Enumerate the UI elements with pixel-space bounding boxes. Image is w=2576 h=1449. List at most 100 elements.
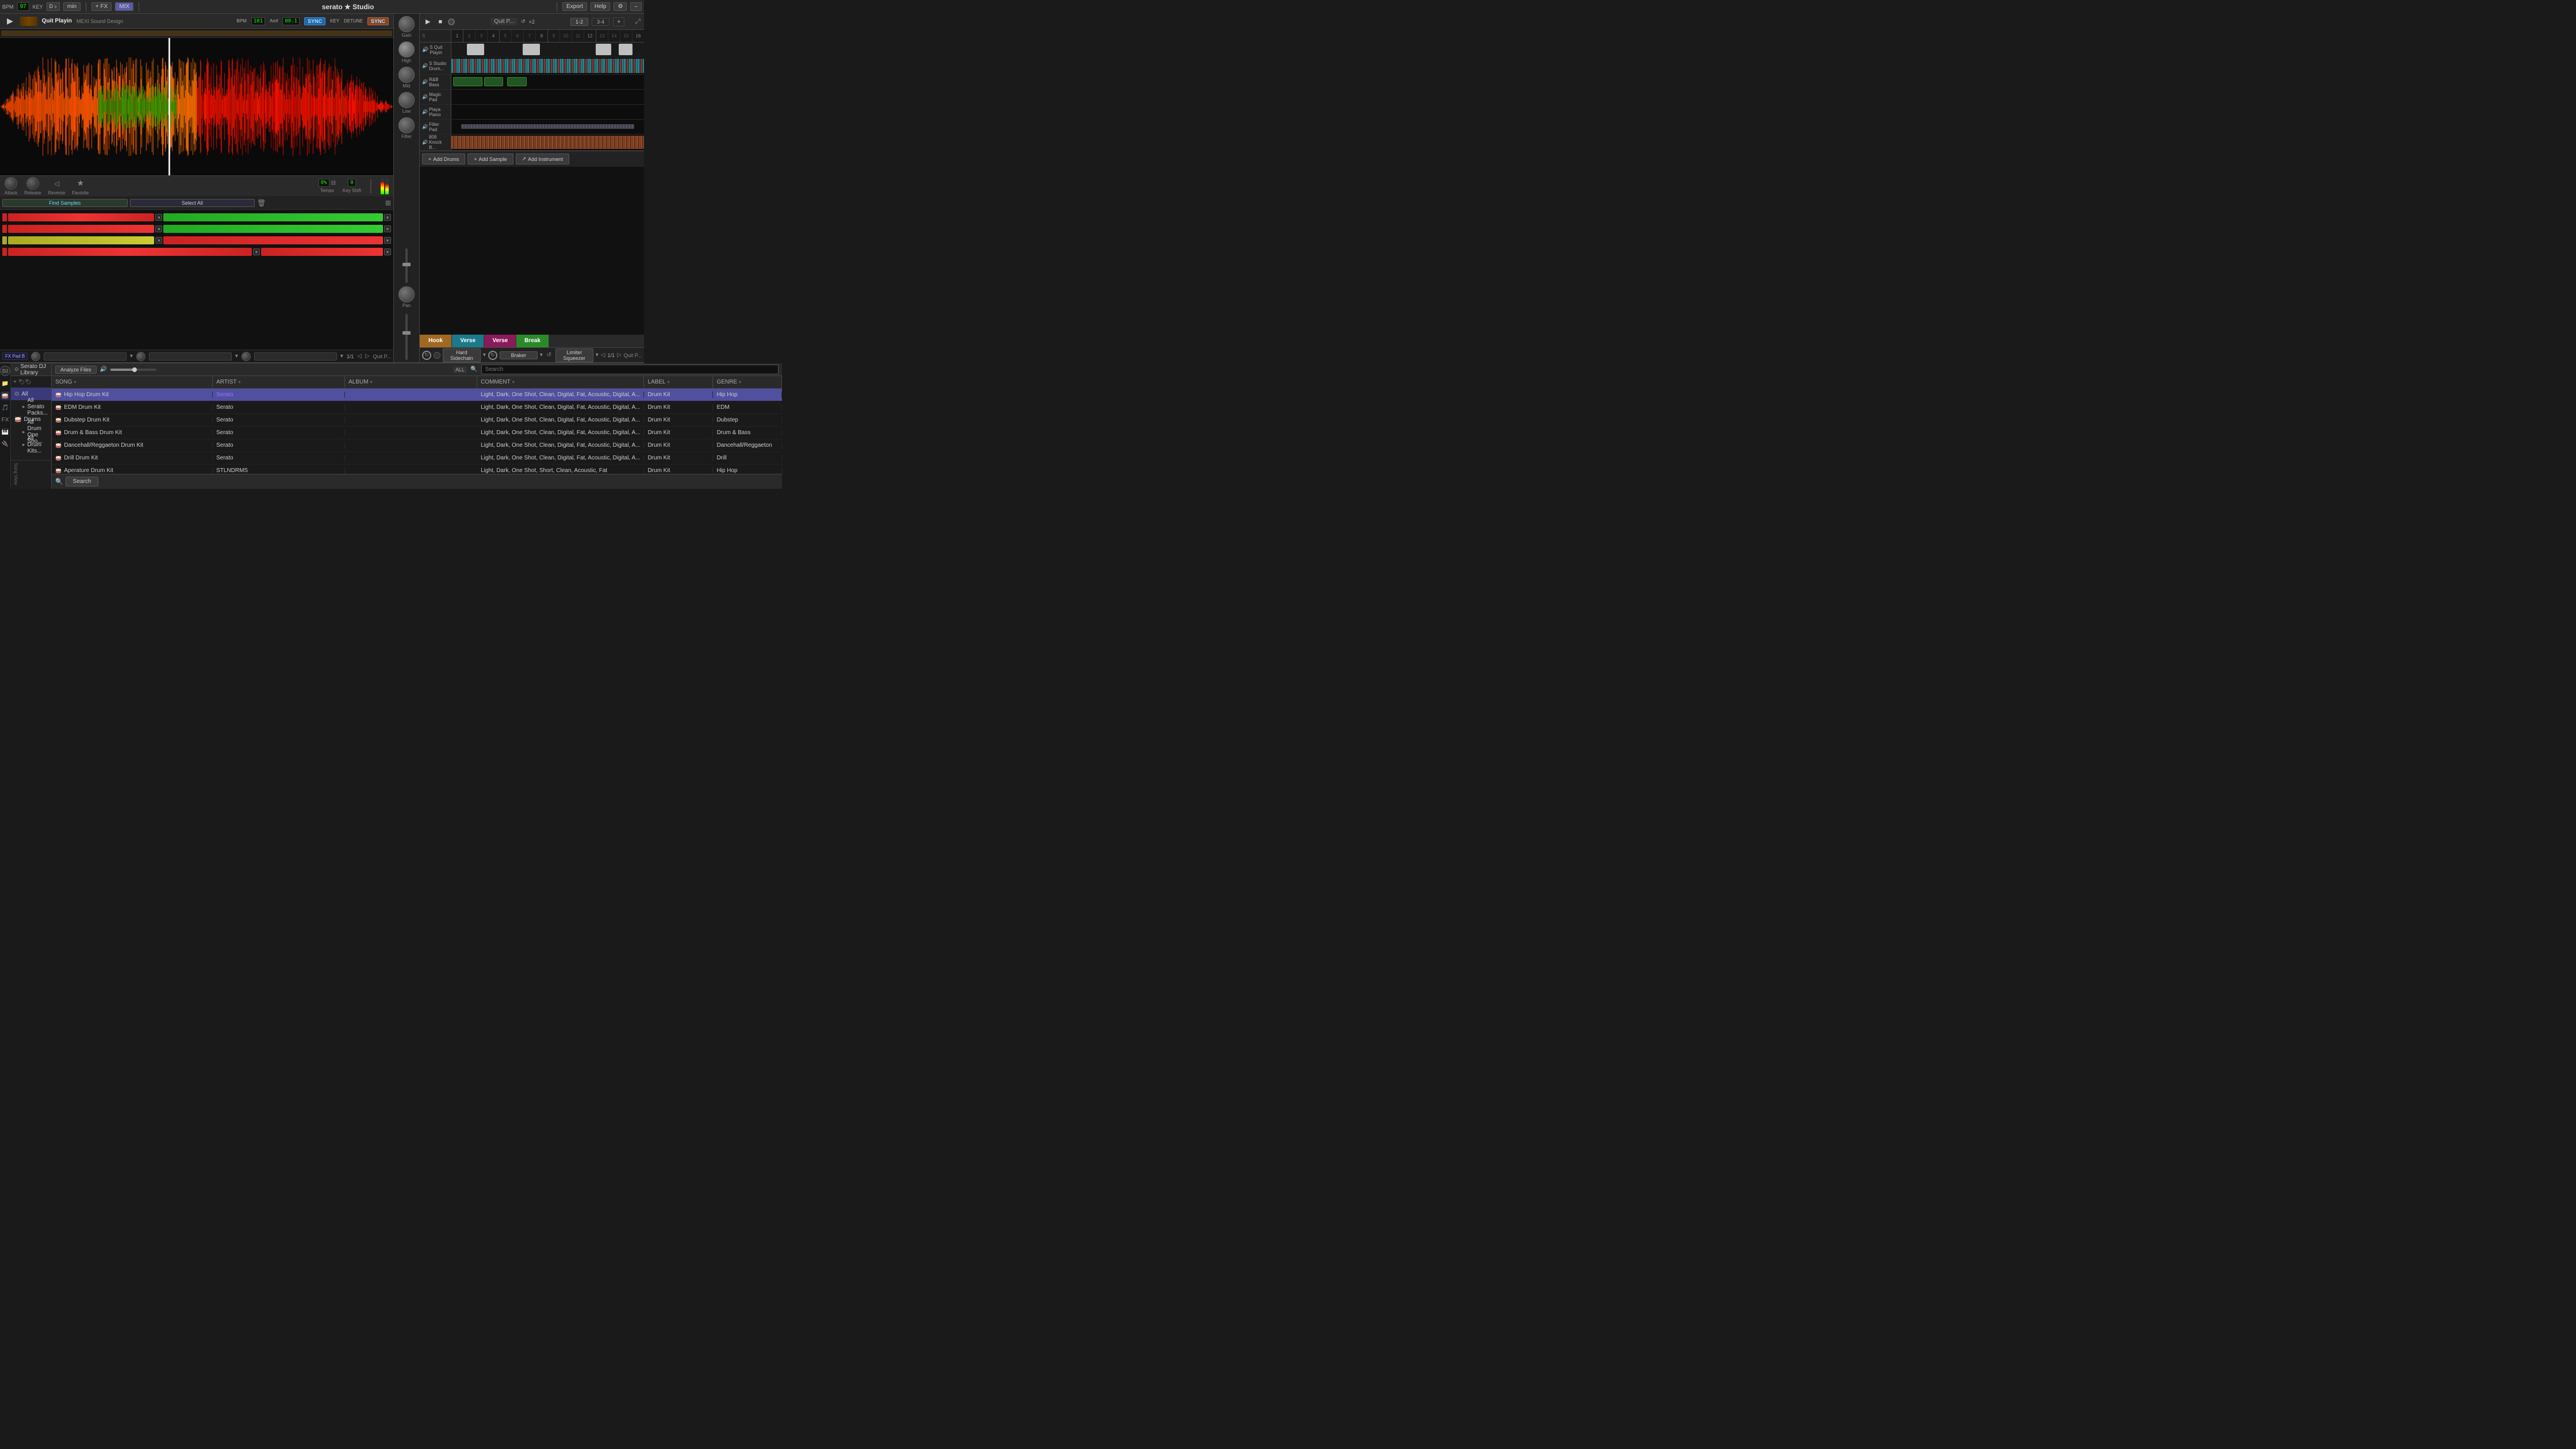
export-btn[interactable]: Export: [562, 2, 587, 11]
drums-track-timeline[interactable]: [451, 57, 644, 74]
verse1-btn[interactable]: Verse: [452, 335, 484, 347]
fx-btn[interactable]: + FX: [91, 2, 112, 11]
gain-knob[interactable]: [398, 16, 415, 32]
col-album-header[interactable]: ALBUM ▾: [345, 376, 477, 388]
sample-pad-3[interactable]: [2, 236, 7, 244]
arrow-next[interactable]: ▷: [365, 353, 370, 359]
bass-clip-2[interactable]: [484, 77, 504, 86]
fader-track[interactable]: [405, 314, 408, 360]
verse2-btn[interactable]: Verse: [484, 335, 516, 347]
col-comment-header[interactable]: COMMENT ▾: [477, 376, 644, 388]
limiter-btn[interactable]: Limiter Squeezer: [555, 348, 593, 362]
file-row-0[interactable]: 🥁 Hip Hop Drum Kit Serato Light, Dark, O…: [52, 389, 782, 401]
sample-pad-4[interactable]: [2, 248, 7, 256]
magic-pad-timeline[interactable]: [451, 90, 644, 104]
sample-btn-1b[interactable]: ×: [384, 214, 391, 221]
sample-btn-4[interactable]: ×: [253, 248, 260, 255]
sidebar-icon-drums[interactable]: 🥁: [1, 392, 10, 400]
sidebar-icon-samples[interactable]: 🎵: [1, 404, 10, 412]
sample-bar-4b[interactable]: [261, 248, 383, 256]
mute-filter-icon[interactable]: 🔊: [422, 124, 428, 129]
help-btn[interactable]: Help: [591, 2, 611, 11]
clip-main-2[interactable]: [523, 44, 540, 55]
col-song-header[interactable]: SONG ▾: [52, 376, 213, 388]
sample-bar-3[interactable]: [8, 236, 154, 244]
high-knob[interactable]: [398, 41, 415, 57]
main-fader[interactable]: [405, 248, 408, 283]
sample-bar-4[interactable]: [8, 248, 252, 256]
file-row-2[interactable]: 🥁 Dubstep Drum Kit Serato Light, Dark, O…: [52, 414, 782, 427]
favorite-btn[interactable]: ★: [74, 177, 87, 190]
filter-knob[interactable]: [398, 117, 415, 133]
mode-btn[interactable]: min: [63, 2, 80, 11]
record-btn[interactable]: [448, 18, 455, 25]
lib-item-plus[interactable]: + 🏷🏷: [11, 376, 51, 388]
pad-select-1[interactable]: [44, 352, 126, 361]
col-label-header[interactable]: LABEL ▾: [644, 376, 713, 388]
sample-btn-2[interactable]: ×: [155, 225, 162, 232]
clip-main-3[interactable]: [596, 44, 611, 55]
clip-main-4[interactable]: [619, 44, 632, 55]
release-knob[interactable]: [26, 177, 39, 190]
sample-btn-4b[interactable]: ×: [384, 248, 391, 255]
pan-knob[interactable]: [398, 286, 415, 302]
sidebar-icon-instruments[interactable]: 🎹: [1, 428, 10, 436]
attack-knob[interactable]: [5, 177, 17, 190]
piano-track-timeline[interactable]: [451, 105, 644, 119]
sidebar-icon-dj[interactable]: DJ: [0, 366, 10, 376]
arrow-prev[interactable]: ◁: [357, 353, 362, 359]
sync-btn[interactable]: SYNC: [304, 17, 325, 25]
braker-btn[interactable]: Braker: [500, 351, 538, 359]
pad-mini-knob-1[interactable]: [31, 352, 40, 361]
col-genre-header[interactable]: GENRE ▾: [713, 376, 782, 388]
sidebar-icon-plugins[interactable]: 🔌: [1, 440, 10, 448]
arranger-stop-btn[interactable]: ■: [436, 17, 444, 26]
sample-bar-1b[interactable]: [163, 213, 383, 221]
hook-btn[interactable]: Hook: [420, 335, 452, 347]
lib-drum-kits[interactable]: ▸ All Drum Kits...: [11, 438, 51, 451]
file-row-1[interactable]: 🥁 EDM Drum Kit Serato Light, Dark, One S…: [52, 401, 782, 414]
808-track-timeline[interactable]: [451, 135, 644, 150]
add-section-btn[interactable]: +: [613, 17, 624, 26]
mute-drums-icon[interactable]: 🔊: [422, 63, 428, 68]
sidebar-icon-projects[interactable]: 📁: [1, 379, 10, 388]
sample-btn-3b[interactable]: ×: [384, 237, 391, 244]
fullscreen-btn[interactable]: ⤢: [635, 17, 641, 26]
analyze-slider[interactable]: [110, 369, 156, 371]
select-all-btn[interactable]: Select All: [130, 199, 255, 207]
mid-knob[interactable]: [398, 67, 415, 83]
fx-page-prev[interactable]: ◁: [601, 352, 605, 358]
filter-pad-timeline[interactable]: [451, 120, 644, 134]
search-input[interactable]: [481, 365, 779, 374]
low-knob[interactable]: [398, 92, 415, 108]
pad-select-2[interactable]: [149, 352, 232, 361]
pad-select-3[interactable]: [254, 352, 337, 361]
analyze-btn[interactable]: Analyze Files: [55, 366, 97, 374]
search-btn[interactable]: Search: [66, 477, 99, 486]
mix-btn[interactable]: MIX: [115, 2, 133, 11]
sample-btn-3[interactable]: ×: [155, 237, 162, 244]
main-track-timeline[interactable]: [451, 43, 644, 57]
add-drums-btn[interactable]: + Add Drums: [422, 154, 465, 164]
col-artist-header[interactable]: ARTIST ▾: [213, 376, 345, 388]
bass-clip-1[interactable]: [453, 77, 482, 86]
sync2-btn[interactable]: SYNC: [367, 17, 389, 25]
eq-btn[interactable]: ⊞: [385, 199, 391, 207]
pad-mini-knob-2[interactable]: [136, 352, 145, 361]
mute-808-icon[interactable]: 🔊: [422, 140, 428, 145]
main-waveform-area[interactable]: [0, 38, 393, 175]
find-samples-btn[interactable]: Find Samples: [2, 199, 128, 207]
hard-sidechain-btn[interactable]: Hard Sidechain: [443, 348, 481, 362]
play-btn[interactable]: ▶: [5, 15, 16, 27]
add-instrument-btn[interactable]: ↗ Add Instrument: [516, 154, 570, 164]
pad-mini-knob-3[interactable]: [241, 352, 251, 361]
clip-main-1[interactable]: [467, 44, 484, 55]
break-btn[interactable]: Break: [516, 335, 549, 347]
sample-btn-2b[interactable]: ×: [384, 225, 391, 232]
range1-btn[interactable]: 1-2: [570, 18, 588, 26]
file-row-6[interactable]: 🥁 Aperature Drum Kit STLNDRMS Light, Dar…: [52, 465, 782, 474]
add-sample-btn[interactable]: + Add Sample: [467, 154, 513, 164]
mute-piano-icon[interactable]: 🔊: [422, 109, 428, 114]
sample-btn-1[interactable]: ×: [155, 214, 162, 221]
sample-pad-1[interactable]: [2, 213, 7, 221]
